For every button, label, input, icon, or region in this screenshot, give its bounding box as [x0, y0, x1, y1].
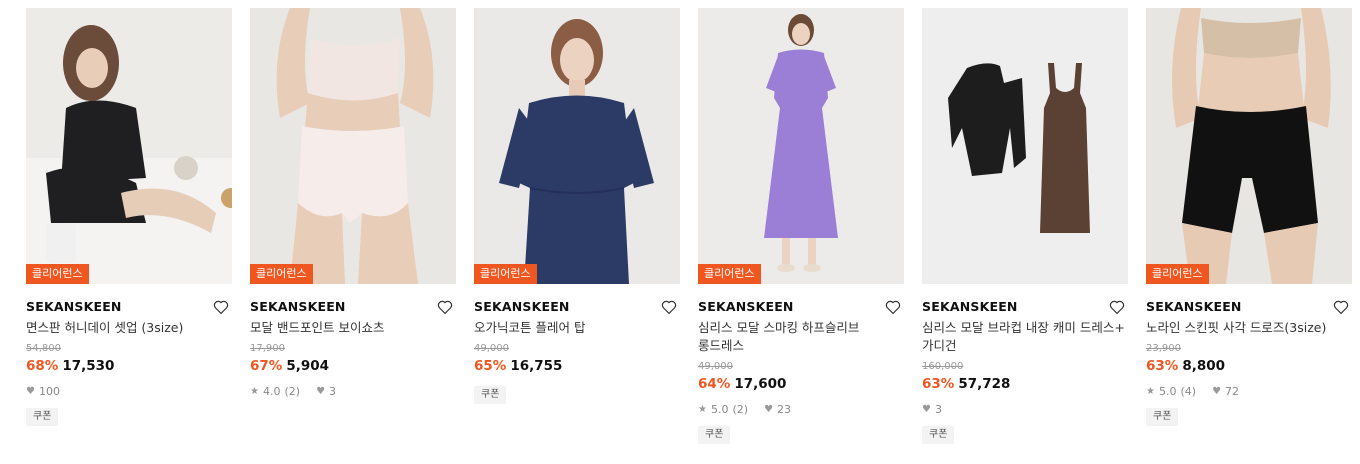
review-count: (2) — [732, 403, 749, 416]
price-row: 64% 17,600 — [698, 375, 904, 393]
clearance-badge: 클리어런스 — [474, 264, 537, 284]
brand-name[interactable]: SEKANSKEEN — [26, 296, 232, 318]
product-name-line: 롱드레스 — [698, 338, 745, 353]
product-card[interactable]: 클리어런스 SEKANSKEEN 노라인 스킨핏 사각 드로즈(3size) 2… — [1146, 8, 1352, 426]
original-price: 23,900 — [1146, 343, 1181, 354]
price-row: 65% 16,755 — [474, 357, 680, 375]
product-name[interactable]: 모달 밴드포인트 보이쇼츠 — [250, 319, 456, 337]
original-price: 160,000 — [922, 361, 964, 372]
rating: 4.0 — [262, 385, 281, 398]
heart-outline-icon[interactable] — [436, 298, 454, 316]
star-icon: ★ — [1146, 386, 1155, 397]
heart-outline-icon[interactable] — [660, 298, 678, 316]
coupon-tag: 쿠폰 — [698, 426, 731, 444]
clearance-badge: 클리어런스 — [1146, 264, 1209, 284]
heart-outline-icon[interactable] — [884, 298, 902, 316]
product-name[interactable]: 면스판 허니데이 셋업 (3size) — [26, 319, 232, 337]
like-count: 72 — [1225, 385, 1240, 398]
heart-filled-icon: ♥ — [316, 386, 326, 397]
discount-rate: 63% — [1146, 358, 1179, 374]
sale-price: 5,904 — [286, 358, 330, 374]
product-name-line: 심리스 모달 브라컵 내장 캐미 드레스+ — [922, 320, 1125, 335]
star-icon: ★ — [698, 404, 707, 415]
price-row: 63% 8,800 — [1146, 357, 1352, 375]
product-image[interactable]: 클리어런스 — [474, 8, 680, 284]
product-stats: ♥ 100 — [26, 384, 232, 400]
product-image[interactable] — [922, 8, 1128, 284]
review-count: (4) — [1180, 385, 1197, 398]
original-price: 49,000 — [474, 343, 509, 354]
product-card[interactable]: 클리어런스 SEKANSKEEN 모달 밴드포인트 보이쇼츠 17,900 67… — [250, 8, 456, 400]
brand-name[interactable]: SEKANSKEEN — [474, 296, 680, 318]
coupon-tag: 쿠폰 — [26, 408, 59, 426]
sale-price: 17,530 — [62, 358, 115, 374]
product-stats: ★ 4.0 (2) ♥ 3 — [250, 384, 456, 400]
sale-price: 16,755 — [510, 358, 563, 374]
price-row: 68% 17,530 — [26, 357, 232, 375]
discount-rate: 63% — [922, 376, 955, 392]
rating: 5.0 — [710, 403, 729, 416]
like-count: 23 — [777, 403, 792, 416]
discount-rate: 64% — [698, 376, 731, 392]
heart-outline-icon[interactable] — [1108, 298, 1126, 316]
discount-rate: 65% — [474, 358, 507, 374]
price-row: 67% 5,904 — [250, 357, 456, 375]
brand-name[interactable]: SEKANSKEEN — [1146, 296, 1352, 318]
product-card[interactable]: SEKANSKEEN 심리스 모달 브라컵 내장 캐미 드레스+ 가디건 160… — [922, 8, 1128, 444]
coupon-tag: 쿠폰 — [1146, 408, 1179, 426]
product-card[interactable]: 클리어런스 SEKANSKEEN 심리스 모달 스마킹 하프슬리브 롱드레스 4… — [698, 8, 904, 444]
coupon-tag: 쿠폰 — [474, 386, 507, 404]
clearance-badge: 클리어런스 — [698, 264, 761, 284]
original-price: 49,000 — [698, 361, 733, 372]
sale-price: 17,600 — [734, 376, 787, 392]
product-name[interactable]: 심리스 모달 스마킹 하프슬리브 롱드레스 — [698, 319, 904, 355]
heart-filled-icon: ♥ — [922, 404, 931, 415]
discount-rate: 67% — [250, 358, 283, 374]
heart-filled-icon: ♥ — [1212, 386, 1222, 397]
coupon-tag: 쿠폰 — [922, 426, 955, 444]
like-count: 100 — [38, 385, 60, 398]
discount-rate: 68% — [26, 358, 59, 374]
clearance-badge: 클리어런스 — [26, 264, 89, 284]
sale-price: 8,800 — [1182, 358, 1226, 374]
clearance-badge: 클리어런스 — [250, 264, 313, 284]
review-count: (2) — [284, 385, 301, 398]
product-stats: ★ 5.0 (4) ♥ 72 — [1146, 384, 1352, 400]
product-card[interactable]: 클리어런스 SEKANSKEEN 면스판 허니데이 셋업 (3size) 54,… — [26, 8, 232, 426]
product-name-line: 심리스 모달 스마킹 하프슬리브 — [698, 320, 860, 335]
brand-name[interactable]: SEKANSKEEN — [250, 296, 456, 318]
product-stats: ★ 5.0 (2) ♥ 23 — [698, 402, 904, 418]
heart-outline-icon[interactable] — [212, 298, 230, 316]
product-image[interactable]: 클리어런스 — [26, 8, 232, 284]
sale-price: 57,728 — [958, 376, 1011, 392]
heart-outline-icon[interactable] — [1332, 298, 1350, 316]
price-row: 63% 57,728 — [922, 375, 1128, 393]
brand-name[interactable]: SEKANSKEEN — [922, 296, 1128, 318]
product-name[interactable]: 오가닉코튼 플레어 탑 — [474, 319, 680, 337]
brand-name[interactable]: SEKANSKEEN — [698, 296, 904, 318]
product-image[interactable]: 클리어런스 — [698, 8, 904, 284]
product-image[interactable]: 클리어런스 — [250, 8, 456, 284]
like-count: 3 — [329, 385, 337, 398]
product-grid: 클리어런스 SEKANSKEEN 면스판 허니데이 셋업 (3size) 54,… — [0, 0, 1360, 464]
product-stats: ♥ 3 — [922, 402, 1128, 418]
like-count: 3 — [934, 403, 942, 416]
heart-filled-icon: ♥ — [764, 404, 774, 415]
star-icon: ★ — [250, 386, 259, 397]
rating: 5.0 — [1158, 385, 1177, 398]
product-name[interactable]: 심리스 모달 브라컵 내장 캐미 드레스+ 가디건 — [922, 319, 1128, 355]
product-image[interactable]: 클리어런스 — [1146, 8, 1352, 284]
original-price: 17,900 — [250, 343, 285, 354]
product-name[interactable]: 노라인 스킨핏 사각 드로즈(3size) — [1146, 319, 1352, 337]
product-card[interactable]: 클리어런스 SEKANSKEEN 오가닉코튼 플레어 탑 49,000 65% 1… — [474, 8, 680, 404]
heart-filled-icon: ♥ — [26, 386, 35, 397]
product-name-line: 가디건 — [922, 338, 957, 353]
original-price: 54,800 — [26, 343, 61, 354]
